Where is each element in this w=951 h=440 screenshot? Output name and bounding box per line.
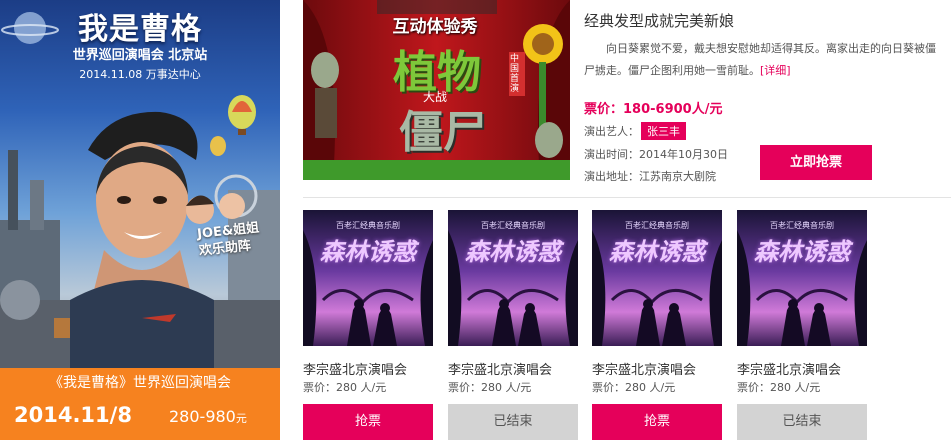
show-card[interactable]: 百老汇经典音乐剧 森林诱惑 李宗盛北京演唱会 票价：280 人/元 已结束 <box>448 210 578 440</box>
show-card-image-top: 百老汇经典音乐剧 <box>481 221 545 230</box>
featured-show-description: 向日葵累觉不爱，戴夫想安慰她却适得其反。离家出走的向日葵被僵尸掳走。僵尸企图利用… <box>584 38 944 82</box>
show-card-price: 票价：280 人/元 <box>448 381 532 394</box>
show-card-image-title: 森林诱惑 <box>320 238 416 266</box>
featured-image-badge: 中国首演 <box>509 52 525 96</box>
show-time: 2014年10月30日 <box>639 148 728 161</box>
buy-now-button[interactable]: 立即抢票 <box>760 145 872 180</box>
show-card-title[interactable]: 李宗盛北京演唱会 <box>303 359 407 378</box>
poster-image[interactable]: 我是曹格 世界巡回演唱会 北京站 2014.11.08 万事达中心 JOE&姐姐… <box>0 0 280 368</box>
show-card-image-title: 森林诱惑 <box>754 238 850 266</box>
show-card-image-title: 森林诱惑 <box>465 238 561 266</box>
poster-price-range: 280-980 <box>169 407 236 426</box>
show-card-price: 票价：280 人/元 <box>737 381 821 394</box>
artist-label: 演出艺人： <box>584 125 639 138</box>
show-card-image[interactable]: 百老汇经典音乐剧 森林诱惑 <box>303 210 433 346</box>
show-card[interactable]: 百老汇经典音乐剧 森林诱惑 李宗盛北京演唱会 票价：280 人/元 抢票 <box>592 210 722 440</box>
artist-row: 演出艺人： 张三丰 <box>584 122 686 140</box>
show-card-image-top: 百老汇经典音乐剧 <box>770 221 834 230</box>
featured-show-title[interactable]: 经典发型成就完美新娘 <box>584 10 734 31</box>
show-card[interactable]: 百老汇经典音乐剧 森林诱惑 李宗盛北京演唱会 票价：280 人/元 已结束 <box>737 210 867 440</box>
poster-subtitle: 世界巡回演唱会 北京站 <box>72 48 208 63</box>
show-card-image[interactable]: 百老汇经典音乐剧 森林诱惑 <box>448 210 578 346</box>
time-label: 演出时间： <box>584 148 639 161</box>
show-card-price: 票价：280 人/元 <box>303 381 387 394</box>
featured-concert-poster[interactable]: 我是曹格 世界巡回演唱会 北京站 2014.11.08 万事达中心 JOE&姐姐… <box>0 0 280 440</box>
show-card-title[interactable]: 李宗盛北京演唱会 <box>592 359 696 378</box>
poster-show-date: 2014.11/8 <box>14 403 132 427</box>
venue-row: 演出地址：江苏南京大剧院 <box>584 168 716 184</box>
artist-tag[interactable]: 张三丰 <box>641 122 686 140</box>
poster-headline: 我是曹格 <box>78 12 202 47</box>
show-card-price: 票价：280 人/元 <box>592 381 676 394</box>
featured-show-image[interactable]: 互动体验秀 植物 大战 僵尸 中国首演 <box>303 0 570 180</box>
poster-date-venue: 2014.11.08 万事达中心 <box>79 68 201 81</box>
ended-button[interactable]: 已结束 <box>448 404 578 440</box>
featured-price: 票价：180-6900人/元 <box>584 102 723 117</box>
show-card-image-top: 百老汇经典音乐剧 <box>625 221 689 230</box>
show-card-title[interactable]: 李宗盛北京演唱会 <box>737 359 841 378</box>
featured-image-top-text: 互动体验秀 <box>392 17 478 37</box>
time-row: 演出时间：2014年10月30日 <box>584 146 728 162</box>
show-venue: 江苏南京大剧院 <box>639 170 716 183</box>
section-divider <box>303 197 951 198</box>
grab-ticket-button[interactable]: 抢票 <box>303 404 433 440</box>
venue-label: 演出地址： <box>584 170 639 183</box>
details-link[interactable]: [详细] <box>760 64 791 77</box>
show-card-title[interactable]: 李宗盛北京演唱会 <box>448 359 552 378</box>
poster-caption[interactable]: 《我是曹格》世界巡回演唱会 <box>0 372 280 392</box>
poster-price: 280-980元 <box>169 407 247 426</box>
poster-price-unit: 元 <box>235 412 247 425</box>
featured-image-title-2: 僵尸 <box>399 107 487 158</box>
show-card-image[interactable]: 百老汇经典音乐剧 森林诱惑 <box>592 210 722 346</box>
show-card-image-title: 森林诱惑 <box>609 238 705 266</box>
ended-button[interactable]: 已结束 <box>737 404 867 440</box>
show-card-image-top: 百老汇经典音乐剧 <box>336 221 400 230</box>
show-card[interactable]: 百老汇经典音乐剧 森林诱惑 李宗盛北京演唱会 票价：280 人/元 抢票 <box>303 210 433 440</box>
show-card-image[interactable]: 百老汇经典音乐剧 森林诱惑 <box>737 210 867 346</box>
grab-ticket-button[interactable]: 抢票 <box>592 404 722 440</box>
